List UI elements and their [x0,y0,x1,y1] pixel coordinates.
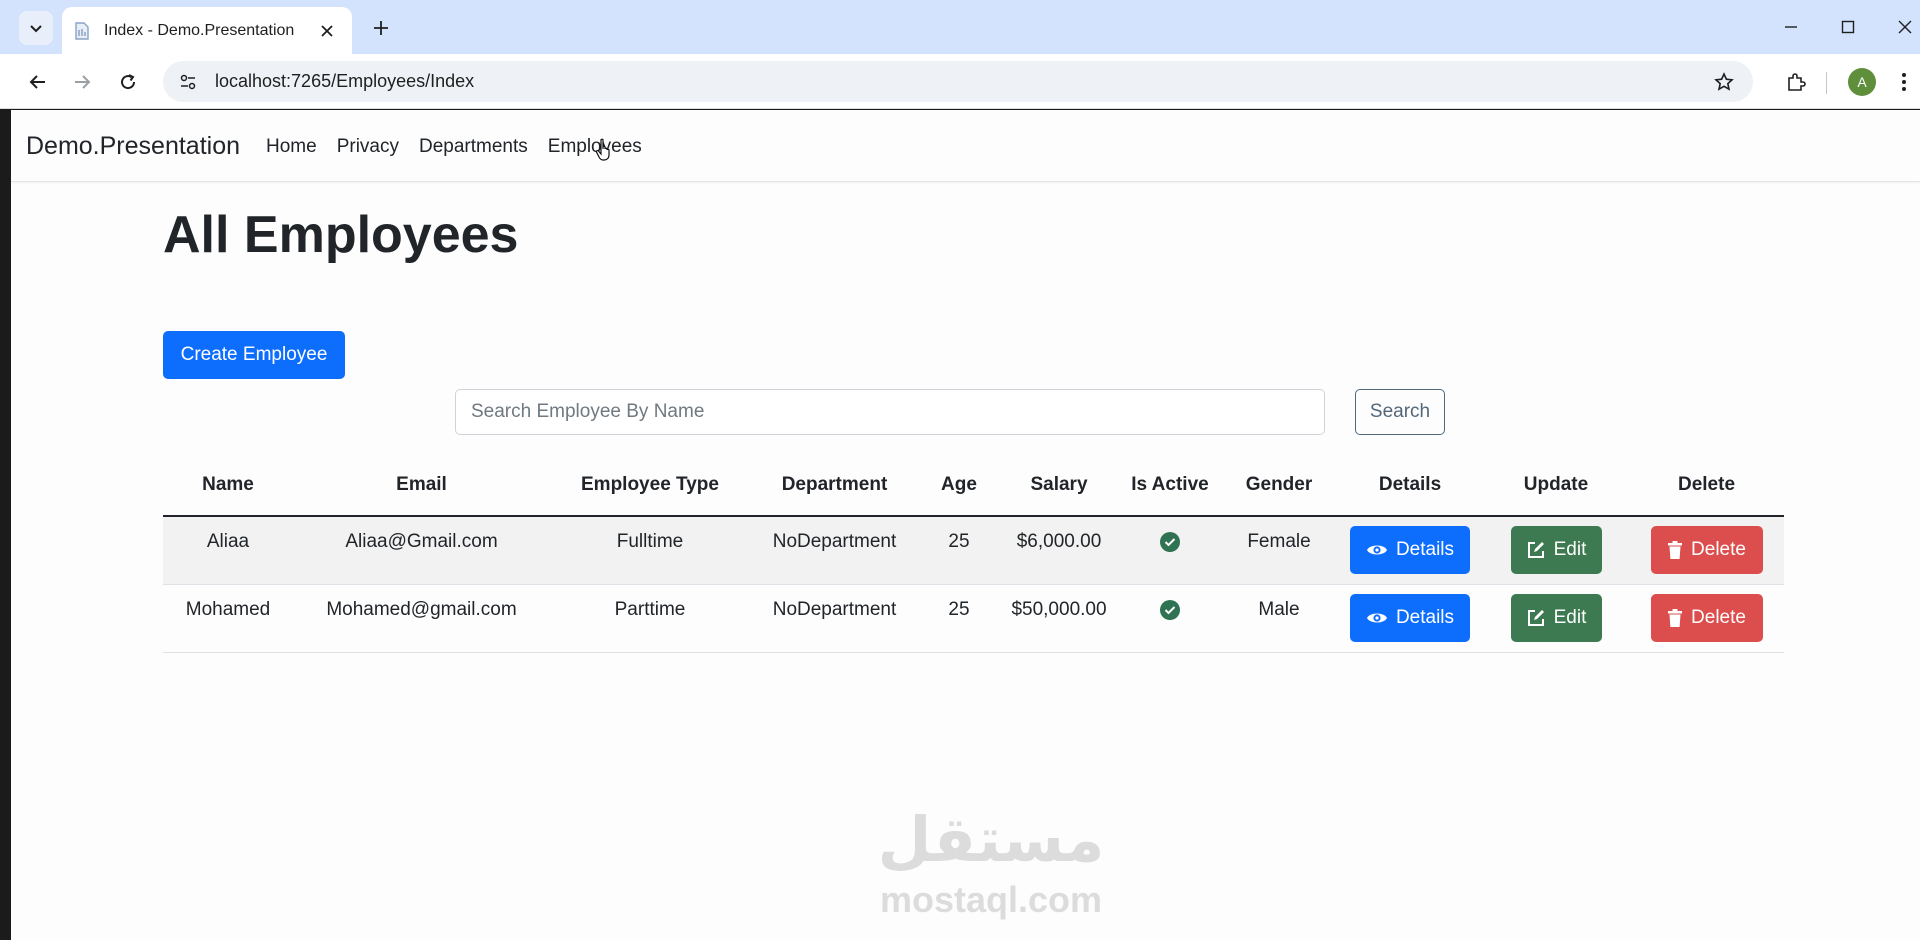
edit-label: Edit [1553,539,1587,561]
column-header: Employee Type [550,454,750,517]
page-icon [72,21,92,41]
close-icon [1898,20,1912,34]
reload-icon [121,74,136,90]
column-header: Gender [1221,454,1337,517]
column-header: Details [1337,454,1483,517]
puzzle-icon [1788,73,1806,91]
column-header: Age [919,454,999,517]
employee-name: Mohamed [185,599,271,620]
column-header: Salary [999,454,1119,517]
column-header: Name [163,454,293,517]
employee-department: NoDepartment [772,599,897,620]
edit-icon [1527,542,1544,559]
mostaql-watermark: مستقل mostaql.com [841,800,1141,920]
employee-email: Mohamed@gmail.com [326,599,517,620]
close-icon[interactable] [316,20,338,42]
employee-type: Fulltime [616,531,684,553]
employee-gender: Female [1247,531,1311,553]
employees-table: Name Email Employee Type Department Age … [163,454,1784,653]
eye-icon [1366,613,1387,623]
create-employee-button[interactable]: Create Employee [163,331,345,379]
trash-icon [1668,609,1683,627]
edit-label: Edit [1553,607,1587,628]
active-check-icon [1160,532,1180,553]
plus-icon [374,21,388,35]
table-row: Mohamed Mohamed@gmail.com Parttime NoDep… [163,584,1784,653]
delete-label: Delete [1691,607,1746,628]
employee-gender: Male [1258,599,1300,620]
employee-department: NoDepartment [772,531,897,553]
window-close-button[interactable] [1890,12,1920,42]
delete-label: Delete [1691,539,1746,561]
browser-toolbar: localhost:7265/Employees/Index A [0,54,1920,109]
details-button[interactable]: Details [1350,594,1470,642]
employee-age: 25 [948,531,970,553]
employee-salary: $6,000.00 [1016,531,1102,553]
bookmark-star-icon[interactable] [1709,67,1739,97]
nav-link-departments[interactable]: Departments [419,136,528,158]
details-label: Details [1395,539,1455,561]
minimize-button[interactable] [1776,12,1806,42]
reload-button[interactable] [112,66,144,98]
url-text: localhost:7265/Employees/Index [215,71,475,91]
edit-button[interactable]: Edit [1510,526,1602,575]
profile-avatar[interactable]: A [1848,68,1876,96]
employee-name: Aliaa [206,531,250,553]
delete-button[interactable]: Delete [1650,526,1763,575]
active-check-icon [1160,600,1180,620]
page-viewport: Demo.Presentation Home Privacy Departmen… [11,110,1920,940]
site-settings-icon[interactable] [173,67,203,97]
site-navbar: Demo.Presentation Home Privacy Departmen… [11,110,1920,182]
browser-tab-active[interactable]: Index - Demo.Presentation [62,7,352,54]
minimize-icon [1785,26,1797,28]
nav-link-privacy[interactable]: Privacy [337,136,399,158]
details-button[interactable]: Details [1350,526,1470,575]
search-button[interactable]: Search [1355,389,1445,435]
back-button[interactable] [22,66,54,98]
nav-links: Home Privacy Departments Employees [266,136,642,158]
chevron-down-icon [30,25,42,33]
search-input[interactable] [455,389,1325,435]
trash-icon [1668,541,1683,560]
column-header: Is Active [1119,454,1221,517]
arrow-right-icon [75,75,91,89]
arrow-left-icon [29,75,45,89]
tab-title: Index - Demo.Presentation [104,21,295,39]
delete-button[interactable]: Delete [1650,594,1763,642]
column-header: Delete [1629,454,1784,517]
table-row: Aliaa Aliaa@Gmail.com Fulltime NoDepartm… [163,516,1784,585]
column-header: Department [750,454,919,517]
tab-search-button[interactable] [19,11,53,45]
navbar-brand[interactable]: Demo.Presentation [26,132,240,161]
maximize-button[interactable] [1833,12,1863,42]
hand-cursor-icon [595,138,610,161]
watermark-latin: mostaql.com [879,879,1103,920]
maximize-icon [1841,20,1855,34]
column-header: Update [1483,454,1629,517]
employee-age: 25 [948,599,970,620]
employee-email: Aliaa@Gmail.com [345,531,498,553]
employee-type: Parttime [614,599,686,620]
forward-button[interactable] [66,66,98,98]
watermark-arabic: مستقل [877,803,1105,876]
edit-icon [1527,610,1544,626]
browser-tabstrip: Index - Demo.Presentation [0,0,1920,54]
more-menu-icon[interactable] [1892,66,1916,98]
edit-button[interactable]: Edit [1510,594,1602,642]
address-bar[interactable]: localhost:7265/Employees/Index [163,61,1753,102]
page-title: All Employees [163,206,519,264]
table-header-row: Name Email Employee Type Department Age … [163,454,1784,517]
toolbar-divider [1826,72,1827,94]
details-label: Details [1395,607,1455,628]
extensions-button[interactable] [1780,66,1812,98]
eye-icon [1366,545,1387,555]
new-tab-button[interactable] [365,12,397,44]
nav-link-home[interactable]: Home [266,136,317,158]
column-header: Email [293,454,550,517]
employee-salary: $50,000.00 [1011,599,1107,620]
